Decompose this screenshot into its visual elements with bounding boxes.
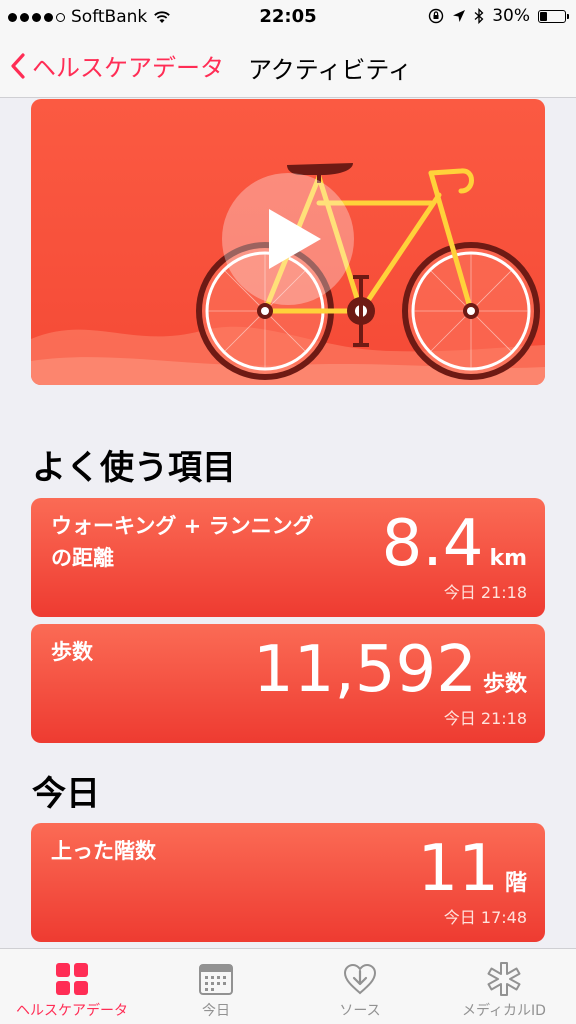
card-value: 11 階 xyxy=(418,837,527,901)
steps-card[interactable]: 歩数 11,592 歩数 今日 21:18 xyxy=(31,624,545,743)
asterisk-icon xyxy=(487,962,521,996)
activity-video-card[interactable] xyxy=(31,99,545,385)
card-label: ウォーキング + ランニング の距離 xyxy=(51,510,314,574)
card-timestamp: 今日 21:18 xyxy=(443,709,527,728)
card-value-unit: 歩数 xyxy=(482,672,527,697)
card-value: 11,592 歩数 xyxy=(253,638,527,702)
section-title-favorites: よく使う項目 xyxy=(32,448,236,488)
tab-label: ソース xyxy=(339,1003,381,1019)
battery-icon xyxy=(538,9,569,23)
card-value-unit: 階 xyxy=(504,871,527,896)
status-bar: SoftBank 22:05 30% xyxy=(0,0,576,36)
tab-medical-id[interactable]: メディカルID xyxy=(432,949,576,1024)
flights-climbed-card[interactable]: 上った階数 11 階 今日 17:48 xyxy=(31,823,545,942)
nav-bar: ヘルスケアデータ アクティビティ xyxy=(0,36,576,98)
card-timestamp: 今日 17:48 xyxy=(443,908,527,927)
location-icon xyxy=(453,10,466,22)
tab-label: ヘルスケアデータ xyxy=(16,1003,128,1019)
tab-today[interactable]: 今日 xyxy=(144,949,288,1024)
bicycle-illustration xyxy=(31,163,545,385)
tab-label: メディカルID xyxy=(462,1003,546,1019)
chevron-left-icon xyxy=(11,52,25,79)
tab-label: 今日 xyxy=(202,1003,230,1019)
card-label-line1: ウォーキング + ランニング xyxy=(51,514,314,538)
card-value-unit: km xyxy=(489,546,527,571)
rotation-lock-icon xyxy=(429,8,444,24)
card-value: 8.4 km xyxy=(382,512,527,576)
battery-percent: 30% xyxy=(492,6,530,26)
section-title-today: 今日 xyxy=(32,774,100,814)
heart-download-icon xyxy=(343,963,377,995)
card-value-number: 11 xyxy=(417,832,499,906)
tab-sources[interactable]: ソース xyxy=(288,949,432,1024)
back-button[interactable]: ヘルスケアデータ xyxy=(10,48,224,83)
walking-running-distance-card[interactable]: ウォーキング + ランニング の距離 8.4 km 今日 21:18 xyxy=(31,498,545,617)
status-right: 30% xyxy=(428,6,569,26)
tab-bar: ヘルスケアデータ 今日 ソース メディカルID xyxy=(0,948,576,1024)
card-timestamp: 今日 21:18 xyxy=(443,583,527,602)
card-label: 上った階数 xyxy=(51,839,156,863)
tab-health-data[interactable]: ヘルスケアデータ xyxy=(0,949,144,1024)
card-label-line2: の距離 xyxy=(51,546,114,570)
card-value-number: 8.4 xyxy=(381,507,484,581)
page-title: アクティビティ xyxy=(248,56,412,84)
card-label: 歩数 xyxy=(51,640,93,664)
calendar-icon xyxy=(199,964,233,995)
card-value-number: 11,592 xyxy=(253,633,477,707)
grid-icon xyxy=(56,963,88,995)
back-button-label: ヘルスケアデータ xyxy=(32,54,224,82)
bluetooth-icon xyxy=(474,8,484,24)
